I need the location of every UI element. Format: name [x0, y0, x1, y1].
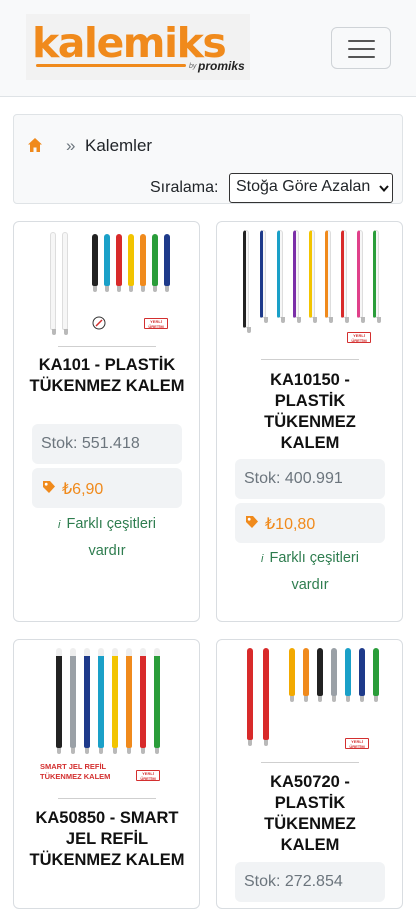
- product-card[interactable]: YERLİ ÜRETİM KA10150 - PLASTİK TÜKENMEZ …: [216, 221, 403, 622]
- info-icon: i: [58, 519, 61, 531]
- product-card[interactable]: YERLİ ÜRETİM KA101 - PLASTİK TÜKENMEZ KA…: [13, 221, 200, 622]
- pen-tip-icon: [92, 316, 106, 330]
- breadcrumb-separator: »: [66, 136, 76, 155]
- product-name[interactable]: KA50720 - PLASTİK TÜKENMEZ KALEM: [233, 772, 387, 856]
- price-pill: ₺6,90: [32, 468, 182, 508]
- logo-wordmark: kalemiks: [32, 19, 227, 67]
- stock-pill: Stok: 400.991: [235, 459, 385, 499]
- variants-text: Farklı çeşitleri vardır: [269, 550, 359, 593]
- product-card[interactable]: SMART JEL REFİL TÜKENMEZ KALEM YERLİ ÜRE…: [13, 639, 200, 909]
- info-icon: i: [261, 553, 264, 565]
- domestic-badge: YERLİ ÜRETİM: [347, 332, 371, 343]
- home-icon[interactable]: [27, 137, 43, 153]
- stock-value: Stok: 551.418: [41, 435, 140, 452]
- sort-select[interactable]: Stoğa Göre Azalan: [229, 173, 393, 203]
- navbar: kalemiks by promiks: [0, 0, 416, 97]
- stock-pill: Stok: 272.854: [235, 862, 385, 902]
- product-image[interactable]: YERLİ ÜRETİM: [28, 228, 188, 346]
- breadcrumb-current: Kalemler: [85, 136, 153, 155]
- chevron-down-icon: [379, 185, 389, 193]
- logo-subbrand: promiks: [198, 59, 245, 73]
- stock-value: Stok: 272.854: [244, 873, 343, 890]
- product-name[interactable]: KA50850 - SMART JEL REFİL TÜKENMEZ KALEM: [28, 808, 186, 871]
- menu-toggle-button[interactable]: [331, 27, 391, 69]
- logo-by: by: [189, 63, 197, 70]
- price-tag-icon: [246, 516, 258, 528]
- price-value: ₺6,90: [62, 481, 104, 498]
- price-tag-icon: [43, 481, 55, 493]
- logo-underline: [36, 64, 186, 67]
- domestic-badge: YERLİ ÜRETİM: [144, 318, 168, 329]
- brand-logo[interactable]: kalemiks by promiks: [26, 14, 250, 80]
- product-image[interactable]: YERLİ ÜRETİM: [235, 228, 390, 348]
- stock-value: Stok: 400.991: [244, 470, 343, 487]
- variants-text: Farklı çeşitleri vardır: [66, 516, 156, 559]
- price-value: ₺10,80: [265, 516, 316, 533]
- stock-pill: Stok: 551.418: [32, 424, 182, 464]
- product-name[interactable]: KA10150 - PLASTİK TÜKENMEZ KALEM: [233, 370, 387, 454]
- product-card[interactable]: YERLİ ÜRETİM KA50720 - PLASTİK TÜKENMEZ …: [216, 639, 403, 909]
- sort-selected-value: Stoğa Göre Azalan: [236, 178, 371, 195]
- product-image[interactable]: YERLİ ÜRETİM: [237, 646, 387, 756]
- domestic-badge: YERLİ ÜRETİM: [345, 738, 369, 749]
- image-caption: SMART JEL REFİL TÜKENMEZ KALEM: [40, 762, 111, 781]
- sort-label: Sıralama:: [150, 179, 219, 196]
- price-pill: ₺10,80: [235, 503, 385, 543]
- variants-note[interactable]: i Farklı çeşitleri vardır: [50, 511, 164, 564]
- product-image[interactable]: SMART JEL REFİL TÜKENMEZ KALEM YERLİ ÜRE…: [36, 646, 181, 786]
- variants-note[interactable]: i Farklı çeşitleri vardır: [253, 545, 367, 598]
- product-name[interactable]: KA101 - PLASTİK TÜKENMEZ KALEM: [28, 355, 186, 397]
- domestic-badge: YERLİ ÜRETİM: [136, 770, 160, 781]
- hamburger-icon: [348, 40, 375, 42]
